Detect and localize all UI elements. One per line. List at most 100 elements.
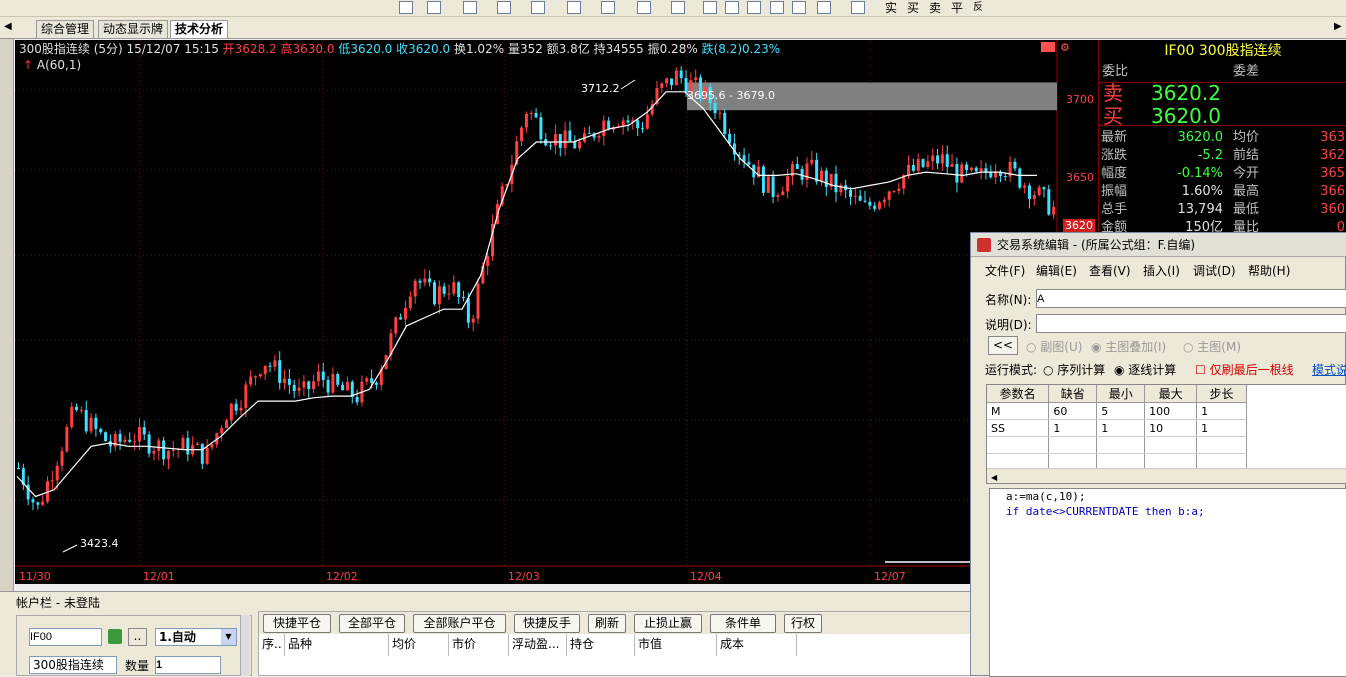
tab-left-arrow-icon[interactable]: ◀ [4, 21, 12, 32]
delete-icon[interactable] [747, 1, 761, 14]
settings-icon[interactable]: ⚙ [1060, 41, 1070, 54]
col-floating-pl[interactable]: 浮动盈... [509, 634, 567, 656]
param-grid-hscroll[interactable]: ◀ [987, 468, 1346, 483]
order-icon[interactable] [851, 1, 865, 14]
candle-body [442, 286, 446, 294]
param-cell[interactable]: 1 [1196, 419, 1247, 437]
param-cell[interactable]: SS [987, 419, 1050, 437]
tab-overview[interactable]: 综合管理 [36, 20, 95, 38]
name-label: 名称(N): [985, 293, 1032, 307]
menu-edit[interactable]: 编辑(E) [1036, 263, 1077, 279]
book-icon[interactable] [1041, 42, 1055, 52]
chevron-down-icon[interactable]: ▼ [221, 629, 236, 645]
collapse-button[interactable]: << [988, 336, 1018, 355]
close-all-accounts-button[interactable]: 全部账户平仓 [413, 614, 506, 633]
text-icon[interactable] [703, 1, 717, 14]
exercise-button[interactable]: 行权 [784, 614, 822, 633]
up-arrow-icon: ↑ [23, 58, 34, 72]
trade-button-sell[interactable]: 卖 [929, 1, 941, 15]
chart-canvas[interactable] [15, 40, 1098, 584]
tab-technical-analysis[interactable]: 技术分析 [170, 20, 229, 38]
param-row-empty[interactable] [987, 436, 1247, 454]
param-cell[interactable]: 1 [1196, 402, 1247, 420]
radio-mainchart[interactable]: ○ 主图(M) [1183, 338, 1241, 355]
menu-debug[interactable]: 调试(D) [1193, 263, 1236, 279]
indicator-icon[interactable] [531, 1, 545, 14]
col-avg-price[interactable]: 均价 [389, 634, 449, 656]
candle-body [273, 360, 277, 367]
quick-reverse-button[interactable]: 快捷反手 [514, 614, 580, 633]
refresh-button[interactable]: 刷新 [588, 614, 626, 633]
window-icon[interactable] [637, 1, 651, 14]
trade-button-close[interactable]: 平 [951, 1, 963, 15]
checkbox-last-bar[interactable]: ☐ 仅刷最后一根线 [1195, 361, 1294, 378]
kline-chart[interactable]: 300股指连续 (5分) 15/12/07 15:15 开3628.2 高363… [15, 40, 1098, 584]
edit-icon[interactable] [725, 1, 739, 14]
list-icon[interactable] [463, 1, 477, 14]
col-product[interactable]: 品种 [285, 634, 389, 656]
menu-file[interactable]: 文件(F) [985, 263, 1025, 279]
col-market-value[interactable]: 市值 [635, 634, 717, 656]
cross-icon[interactable] [601, 1, 615, 14]
candle-body [210, 444, 214, 448]
conditional-order-button[interactable]: 条件单 [710, 614, 776, 633]
candle-body [921, 159, 925, 167]
quick-close-button[interactable]: 快捷平仓 [263, 614, 331, 633]
lock-icon[interactable] [108, 629, 122, 644]
scrollbar[interactable] [240, 615, 250, 676]
tab-right-arrow-icon[interactable]: ▶ [1334, 21, 1342, 32]
pencil-icon[interactable] [427, 1, 441, 14]
radio-per-bar[interactable]: ◉ 逐线计算 [1114, 361, 1176, 378]
param-row[interactable]: M 60 5 100 1 [987, 402, 1247, 420]
draw-line-icon[interactable] [399, 1, 413, 14]
param-cell[interactable]: 60 [1048, 402, 1098, 420]
param-cell[interactable]: 1 [1096, 419, 1146, 437]
trade-button-reverse[interactable]: 反 [973, 1, 983, 15]
code-line-1: a:=ma(c,10); [1006, 490, 1086, 503]
run-mode-label: 运行模式: [985, 363, 1038, 377]
grid-icon[interactable] [817, 1, 831, 14]
description-input[interactable] [1036, 314, 1346, 333]
stop-loss-button[interactable]: 止损止赢 [634, 614, 702, 633]
instrument-code-input[interactable] [29, 628, 102, 646]
radio-overlay[interactable]: ◉ 主图叠加(I) [1091, 338, 1166, 355]
candle-body [887, 191, 891, 200]
trade-button-buy[interactable]: 买 [907, 1, 919, 15]
candle-body [868, 201, 872, 206]
candle-body [786, 176, 790, 192]
trade-button-real[interactable]: 实 [885, 1, 897, 15]
menu-view[interactable]: 查看(V) [1089, 263, 1131, 279]
menu-help[interactable]: 帮助(H) [1248, 263, 1290, 279]
mode-help-link[interactable]: 模式说 [1312, 361, 1346, 378]
col-market-price[interactable]: 市价 [449, 634, 509, 656]
param-cell[interactable]: M [987, 402, 1050, 420]
col-position[interactable]: 持仓 [567, 634, 635, 656]
browse-button[interactable]: .. [128, 628, 147, 646]
circle-icon[interactable] [671, 1, 685, 14]
code-editor[interactable]: a:=ma(c,10); if date<>CURRENTDATE then b… [989, 488, 1346, 677]
col-cost[interactable]: 成本 [717, 634, 797, 656]
col-seq[interactable]: 序.. [259, 634, 285, 656]
param-col-max: 最大 [1144, 385, 1198, 403]
close-all-button[interactable]: 全部平仓 [339, 614, 405, 633]
radio-subchart[interactable]: ○ 副图(U) [1026, 338, 1082, 355]
copy-icon[interactable] [792, 1, 806, 14]
candle-body [534, 112, 538, 118]
candle-body [892, 191, 896, 193]
name-input[interactable] [1036, 289, 1346, 308]
candle-body [394, 317, 398, 334]
param-cell[interactable]: 1 [1048, 419, 1098, 437]
scroll-left-icon[interactable]: ◀ [987, 473, 997, 482]
eraser-icon[interactable] [770, 1, 784, 14]
bar-chart-icon[interactable] [497, 1, 511, 14]
radio-series[interactable]: ○ 序列计算 [1043, 361, 1105, 378]
param-cell[interactable]: 100 [1144, 402, 1198, 420]
quantity-input[interactable] [155, 656, 221, 674]
formula-icon[interactable] [567, 1, 581, 14]
candle-body [225, 420, 228, 429]
param-cell[interactable]: 10 [1144, 419, 1198, 437]
param-cell[interactable]: 5 [1096, 402, 1146, 420]
param-row[interactable]: SS 1 1 10 1 [987, 419, 1247, 437]
tab-dynamic-board[interactable]: 动态显示牌 [98, 20, 169, 38]
menu-insert[interactable]: 插入(I) [1143, 263, 1180, 279]
